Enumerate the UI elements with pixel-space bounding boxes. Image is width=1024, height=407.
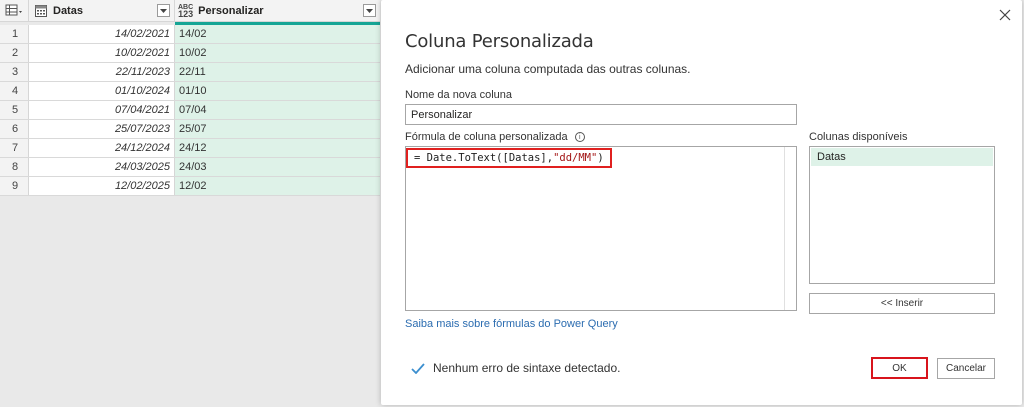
- formula-scrollbar[interactable]: [784, 147, 796, 310]
- formula-string-literal: "dd/MM": [553, 152, 598, 164]
- table-row[interactable]: 7 24/12/2024 24/12: [0, 139, 380, 158]
- cell-personalizar[interactable]: 01/10: [175, 82, 380, 100]
- table-row[interactable]: 8 24/03/2025 24/03: [0, 158, 380, 177]
- table-menu-button[interactable]: [0, 0, 29, 22]
- available-columns-label: Colunas disponíveis: [809, 131, 908, 143]
- cell-personalizar[interactable]: 24/03: [175, 158, 380, 176]
- row-number[interactable]: 5: [0, 101, 29, 119]
- new-column-name-label: Nome da nova coluna: [405, 89, 513, 101]
- cell-datas[interactable]: 24/03/2025: [29, 158, 175, 176]
- formula-suffix: ): [597, 152, 604, 164]
- data-grid: Datas ABC 123 Personalizar 1 14/02/2021 14…: [0, 0, 380, 407]
- column-header-datas[interactable]: Datas: [29, 0, 175, 22]
- cell-datas[interactable]: 25/07/2023: [29, 120, 175, 138]
- table-row[interactable]: 4 01/10/2024 01/10: [0, 82, 380, 101]
- table-row[interactable]: 6 25/07/2023 25/07: [0, 120, 380, 139]
- cell-datas[interactable]: 07/04/2021: [29, 101, 175, 119]
- table-row[interactable]: 3 22/11/2023 22/11: [0, 63, 380, 82]
- insert-button[interactable]: << Inserir: [809, 293, 995, 314]
- column-filter-dropdown-personalizar[interactable]: [363, 4, 376, 17]
- table-row[interactable]: 5 07/04/2021 07/04: [0, 101, 380, 120]
- chevron-down-icon: [160, 8, 167, 13]
- row-number[interactable]: 6: [0, 120, 29, 138]
- formula-prefix: = Date.ToText([Datas],: [414, 152, 554, 164]
- syntax-status-text: Nenhum erro de sintaxe detectado.: [433, 361, 621, 375]
- type-icon-bottom-text: 123: [178, 9, 194, 19]
- cell-datas[interactable]: 24/12/2024: [29, 139, 175, 157]
- cell-datas[interactable]: 01/10/2024: [29, 82, 175, 100]
- dialog-title: Coluna Personalizada: [405, 31, 594, 52]
- calendar-icon: [35, 5, 47, 17]
- cell-personalizar[interactable]: 14/02: [175, 25, 380, 43]
- table-icon: [5, 4, 22, 16]
- row-number[interactable]: 3: [0, 63, 29, 81]
- row-number[interactable]: 7: [0, 139, 29, 157]
- table-row[interactable]: 9 12/02/2025 12/02: [0, 177, 380, 196]
- custom-column-dialog: Coluna Personalizada Adicionar uma colun…: [381, 0, 1022, 405]
- cell-personalizar[interactable]: 24/12: [175, 139, 380, 157]
- cell-datas[interactable]: 10/02/2021: [29, 44, 175, 62]
- learn-more-link[interactable]: Saiba mais sobre fórmulas do Power Query: [405, 318, 618, 330]
- dialog-subtitle: Adicionar uma coluna computada das outra…: [405, 62, 691, 76]
- column-name-datas: Datas: [53, 5, 83, 17]
- cancel-button[interactable]: Cancelar: [937, 358, 995, 379]
- table-row[interactable]: 2 10/02/2021 10/02: [0, 44, 380, 63]
- grid-header: Datas ABC 123 Personalizar: [0, 0, 380, 22]
- column-filter-dropdown-datas[interactable]: [157, 4, 170, 17]
- syntax-status: Nenhum erro de sintaxe detectado.: [411, 361, 620, 375]
- any-type-icon: ABC 123: [178, 4, 194, 19]
- cell-personalizar[interactable]: 22/11: [175, 63, 380, 81]
- cell-datas[interactable]: 22/11/2023: [29, 63, 175, 81]
- cell-personalizar[interactable]: 10/02: [175, 44, 380, 62]
- row-number[interactable]: 4: [0, 82, 29, 100]
- info-icon[interactable]: i: [574, 132, 585, 143]
- row-number[interactable]: 2: [0, 44, 29, 62]
- row-number[interactable]: 8: [0, 158, 29, 176]
- row-number[interactable]: 9: [0, 177, 29, 195]
- close-icon[interactable]: [998, 8, 1012, 22]
- grid-rows: 1 14/02/2021 14/02 2 10/02/2021 10/02 3 22/11/2…: [0, 25, 380, 196]
- cell-datas[interactable]: 12/02/2025: [29, 177, 175, 195]
- new-column-name-input[interactable]: [405, 104, 797, 125]
- cell-personalizar[interactable]: 07/04: [175, 101, 380, 119]
- row-number[interactable]: 1: [0, 25, 29, 43]
- cell-personalizar[interactable]: 25/07: [175, 120, 380, 138]
- cell-personalizar[interactable]: 12/02: [175, 177, 380, 195]
- cell-datas[interactable]: 14/02/2021: [29, 25, 175, 43]
- available-columns-list[interactable]: Datas: [809, 146, 995, 284]
- ok-button[interactable]: OK: [871, 357, 928, 379]
- formula-label-row: Fórmula de coluna personalizada i: [405, 131, 585, 143]
- column-header-personalizar[interactable]: ABC 123 Personalizar: [175, 0, 380, 22]
- column-name-personalizar: Personalizar: [198, 5, 264, 17]
- formula-label: Fórmula de coluna personalizada: [405, 131, 568, 143]
- formula-editor[interactable]: = Date.ToText([Datas],"dd/MM"): [405, 146, 797, 311]
- checkmark-icon: [411, 362, 425, 374]
- formula-text: = Date.ToText([Datas],"dd/MM"): [406, 148, 612, 168]
- table-row[interactable]: 1 14/02/2021 14/02: [0, 25, 380, 44]
- chevron-down-icon: [366, 8, 373, 13]
- available-column-item[interactable]: Datas: [811, 148, 993, 166]
